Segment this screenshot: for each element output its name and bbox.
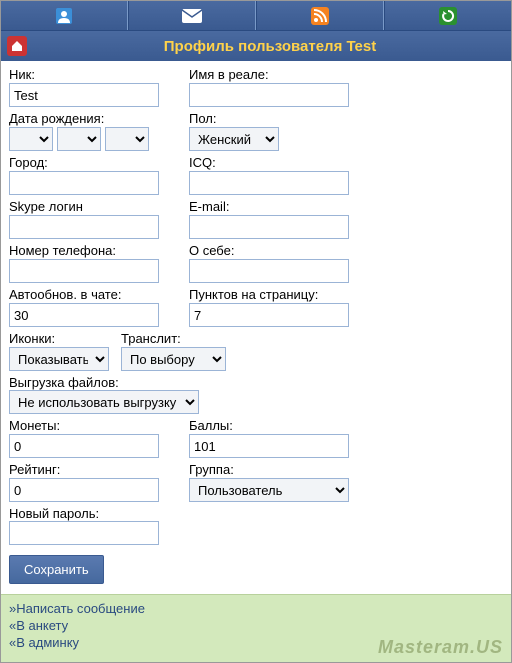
- page-header: Профиль пользователя Test: [1, 31, 511, 61]
- autorefresh-input[interactable]: [9, 303, 159, 327]
- phone-label: Номер телефона:: [9, 243, 159, 258]
- city-label: Город:: [9, 155, 159, 170]
- refresh-icon: [439, 7, 457, 25]
- skype-label: Skype логин: [9, 199, 159, 214]
- translit-select[interactable]: По выбору: [121, 347, 226, 371]
- newpassword-input[interactable]: [9, 521, 159, 545]
- phone-input[interactable]: [9, 259, 159, 283]
- email-input[interactable]: [189, 215, 349, 239]
- dob-day-select[interactable]: [9, 127, 53, 151]
- upload-label: Выгрузка файлов:: [9, 375, 119, 390]
- top-nav: [1, 1, 511, 31]
- dob-month-select[interactable]: [57, 127, 101, 151]
- rating-label: Рейтинг:: [9, 462, 159, 477]
- link-to-profile[interactable]: В анкету: [16, 618, 68, 633]
- nav-mail[interactable]: [128, 1, 256, 30]
- rating-input[interactable]: [9, 478, 159, 502]
- nick-label: Ник:: [9, 67, 159, 82]
- dob-label: Дата рождения:: [9, 111, 159, 126]
- about-label: О себе:: [189, 243, 349, 258]
- perpage-input[interactable]: [189, 303, 349, 327]
- link-to-admin[interactable]: В админку: [16, 635, 79, 650]
- link-write-message[interactable]: Написать сообщение: [16, 601, 145, 616]
- footer-links: »Написать сообщение «В анкету «В админку…: [1, 594, 511, 662]
- points-input[interactable]: [189, 434, 349, 458]
- icons-select[interactable]: Показывать: [9, 347, 109, 371]
- dob-year-select[interactable]: [105, 127, 149, 151]
- group-select[interactable]: Пользователь: [189, 478, 349, 502]
- email-label: E-mail:: [189, 199, 349, 214]
- page-title: Профиль пользователя Test: [35, 38, 505, 55]
- icq-label: ICQ:: [189, 155, 349, 170]
- upload-select[interactable]: Не использовать выгрузку: [9, 390, 199, 414]
- coins-label: Монеты:: [9, 418, 159, 433]
- skype-input[interactable]: [9, 215, 159, 239]
- city-input[interactable]: [9, 171, 159, 195]
- icons-label: Иконки:: [9, 331, 109, 346]
- translit-label: Транслит:: [121, 331, 231, 346]
- gender-select[interactable]: Женский: [189, 127, 279, 151]
- nav-rss[interactable]: [256, 1, 384, 30]
- profile-form: Ник: Имя в реале: Дата рождения: Пол: Же…: [1, 61, 511, 594]
- points-label: Баллы:: [189, 418, 349, 433]
- icq-input[interactable]: [189, 171, 349, 195]
- coins-input[interactable]: [9, 434, 159, 458]
- nick-input[interactable]: [9, 83, 159, 107]
- home-button[interactable]: [7, 36, 27, 56]
- person-icon: [55, 7, 73, 25]
- perpage-label: Пунктов на страницу:: [189, 287, 349, 302]
- mail-icon: [182, 9, 202, 23]
- gender-label: Пол:: [189, 111, 349, 126]
- about-input[interactable]: [189, 259, 349, 283]
- save-button[interactable]: Сохранить: [9, 555, 104, 584]
- home-icon: [10, 39, 24, 53]
- newpassword-label: Новый пароль:: [9, 506, 99, 521]
- nav-refresh[interactable]: [384, 1, 511, 30]
- realname-input[interactable]: [189, 83, 349, 107]
- autorefresh-label: Автообнов. в чате:: [9, 287, 159, 302]
- realname-label: Имя в реале:: [189, 67, 349, 82]
- rss-icon: [311, 7, 329, 25]
- nav-profile[interactable]: [1, 1, 128, 30]
- group-label: Группа:: [189, 462, 349, 477]
